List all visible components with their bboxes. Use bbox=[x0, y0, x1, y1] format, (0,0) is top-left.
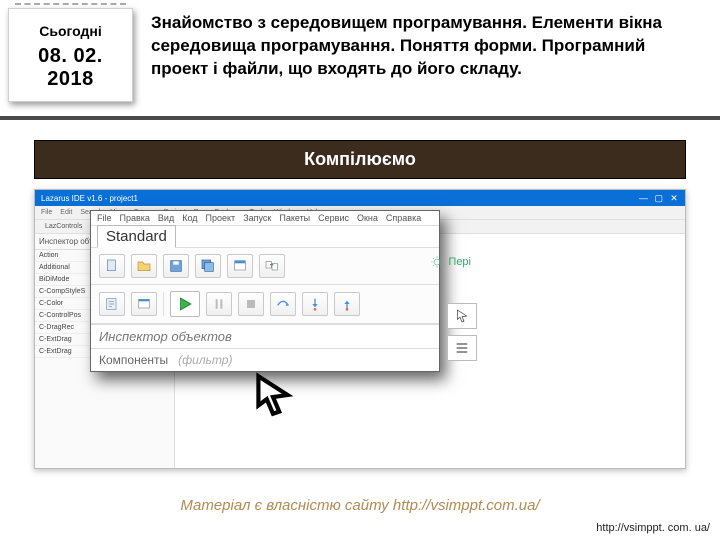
popup-tab-standard[interactable]: Standard bbox=[97, 225, 176, 248]
units-icon[interactable] bbox=[99, 292, 125, 316]
new-file-icon[interactable] bbox=[99, 254, 125, 278]
popup-menu-item[interactable]: Справка bbox=[386, 213, 421, 223]
section-title: Компілюємо bbox=[34, 140, 686, 179]
popup-toolbar-row2 bbox=[91, 285, 439, 324]
pause-icon[interactable] bbox=[206, 292, 232, 316]
date-card: Сьогодні 08. 02. 2018 bbox=[8, 8, 133, 102]
ide-window-title: Lazarus IDE v1.6 - project1 bbox=[41, 194, 138, 203]
popup-menu-item[interactable]: Код bbox=[182, 213, 197, 223]
footer-url: http://vsimppt. com. ua/ bbox=[596, 522, 710, 534]
popup-menu-item[interactable]: Вид bbox=[158, 213, 174, 223]
popup-components-row: Компоненты (фильтр) bbox=[91, 349, 439, 371]
page-title: Знайомство з середовищем програмування. … bbox=[151, 8, 702, 81]
ide-menu-item[interactable]: Edit bbox=[60, 209, 72, 216]
ide-tab[interactable]: LazControls bbox=[41, 222, 86, 231]
step-over-icon[interactable] bbox=[270, 292, 296, 316]
close-icon[interactable]: ✕ bbox=[669, 193, 679, 203]
popup-toolbar-row1 bbox=[91, 248, 439, 285]
popup-menu[interactable]: File Правка Вид Код Проект Запуск Пакеты… bbox=[91, 211, 439, 226]
pointer-tool-icon[interactable] bbox=[447, 303, 477, 329]
popup-menu-item[interactable]: Окна bbox=[357, 213, 378, 223]
popup-menu-item[interactable]: Сервис bbox=[318, 213, 349, 223]
popup-menu-item[interactable]: File bbox=[97, 213, 112, 223]
big-cursor-icon bbox=[248, 370, 298, 425]
popup-components-label: Компоненты bbox=[99, 353, 168, 367]
separator bbox=[163, 292, 164, 316]
menu-tool-icon[interactable] bbox=[447, 335, 477, 361]
stop-icon[interactable] bbox=[238, 292, 264, 316]
popup-menu-item[interactable]: Запуск bbox=[243, 213, 271, 223]
gear-icon bbox=[430, 255, 444, 269]
run-button[interactable] bbox=[170, 291, 200, 317]
date-value: 08. 02. 2018 bbox=[13, 45, 128, 91]
open-icon[interactable] bbox=[131, 254, 157, 278]
popup-inspector-title: Инспектор объектов bbox=[91, 324, 439, 349]
today-label: Сьогодні bbox=[13, 23, 128, 39]
switch-form-icon[interactable] bbox=[259, 254, 285, 278]
window-buttons[interactable]: — ▢ ✕ bbox=[636, 193, 679, 203]
popup-menu-item[interactable]: Правка bbox=[120, 213, 150, 223]
forms-icon[interactable] bbox=[131, 292, 157, 316]
step-into-icon[interactable] bbox=[302, 292, 328, 316]
popup-filter-placeholder[interactable]: (фильтр) bbox=[178, 353, 232, 367]
maximize-icon[interactable]: ▢ bbox=[654, 193, 664, 203]
ide-menu-item[interactable]: File bbox=[41, 209, 52, 216]
popup-peri-label: Пері bbox=[430, 255, 471, 269]
footer-watermark: Матеріал є власністю сайту http://vsimpp… bbox=[0, 497, 720, 514]
minimize-icon[interactable]: — bbox=[639, 193, 649, 203]
popup-component-tabs[interactable]: Standard bbox=[91, 226, 439, 248]
popup-menu-item[interactable]: Пакеты bbox=[279, 213, 310, 223]
save-all-icon[interactable] bbox=[195, 254, 221, 278]
ide-titlebar: Lazarus IDE v1.6 - project1 — ▢ ✕ bbox=[35, 190, 685, 206]
new-form-icon[interactable] bbox=[227, 254, 253, 278]
step-out-icon[interactable] bbox=[334, 292, 360, 316]
popup-menu-item[interactable]: Проект bbox=[206, 213, 236, 223]
save-icon[interactable] bbox=[163, 254, 189, 278]
zoom-popup: File Правка Вид Код Проект Запуск Пакеты… bbox=[90, 210, 440, 372]
popup-cursor-tool bbox=[447, 303, 477, 361]
